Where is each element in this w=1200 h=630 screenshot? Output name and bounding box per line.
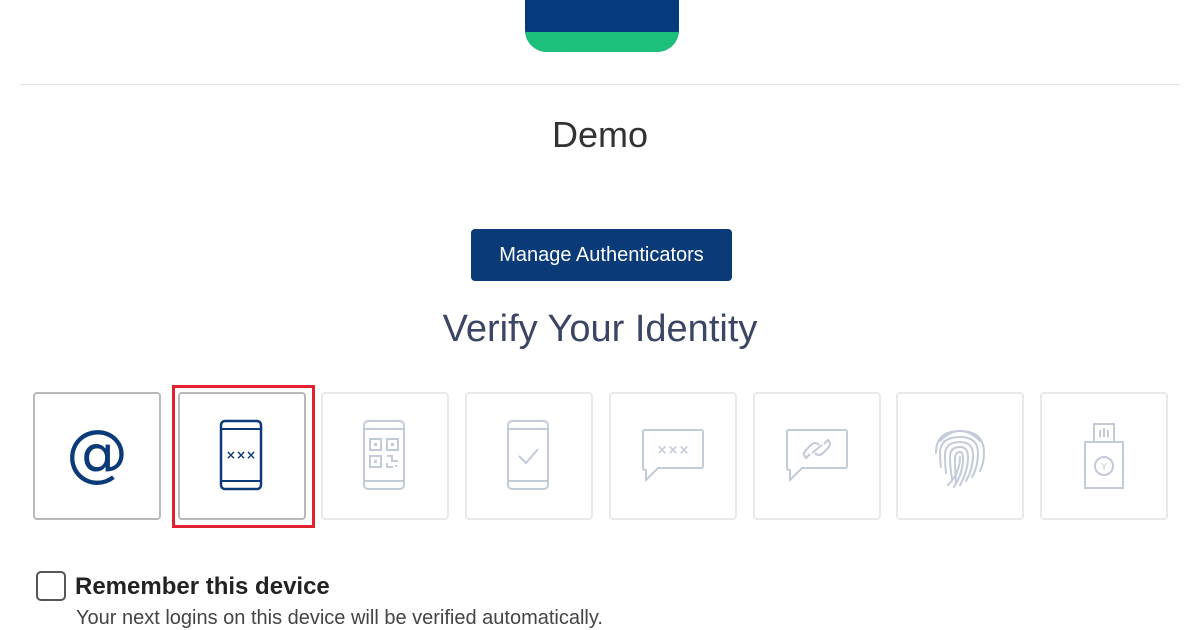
tenant-name: Demo bbox=[551, 114, 649, 155]
method-tile-message-otp[interactable]: ××× bbox=[609, 392, 737, 520]
svg-text:Y: Y bbox=[1100, 462, 1108, 473]
chat-code-icon: ××× bbox=[642, 429, 704, 483]
method-tile-email[interactable]: @ bbox=[33, 392, 161, 520]
header-divider bbox=[20, 84, 1180, 85]
manage-authenticators-button[interactable]: Manage Authenticators bbox=[471, 229, 732, 281]
fingerprint-icon bbox=[935, 429, 986, 488]
svg-text:@: @ bbox=[66, 422, 128, 489]
method-tile-qr-code[interactable] bbox=[321, 392, 449, 520]
brand-logo-icon bbox=[525, 0, 679, 52]
chat-link-icon bbox=[786, 429, 848, 483]
at-sign-icon: @ bbox=[66, 422, 128, 489]
method-tile-link[interactable] bbox=[753, 392, 881, 520]
svg-text:×××: ××× bbox=[657, 443, 690, 458]
usb-key-icon: Y bbox=[1084, 423, 1124, 489]
qr-code-phone-icon bbox=[363, 420, 405, 490]
login-page: Demo Manage Authenticators Verify Your I… bbox=[0, 0, 1200, 630]
remember-device-description: Your next logins on this device will be … bbox=[76, 607, 603, 629]
logo-accent-stripe bbox=[525, 32, 679, 52]
verify-heading: Verify Your Identity bbox=[442, 308, 758, 350]
selected-method-highlight bbox=[172, 385, 315, 528]
remember-device-label[interactable]: Remember this device bbox=[75, 573, 330, 601]
phone-check-icon bbox=[507, 420, 549, 490]
method-tile-biometric[interactable] bbox=[896, 392, 1024, 520]
method-tile-security-key[interactable]: Y bbox=[1040, 392, 1168, 520]
remember-device-checkbox[interactable] bbox=[36, 571, 66, 601]
method-tile-push[interactable] bbox=[465, 392, 593, 520]
